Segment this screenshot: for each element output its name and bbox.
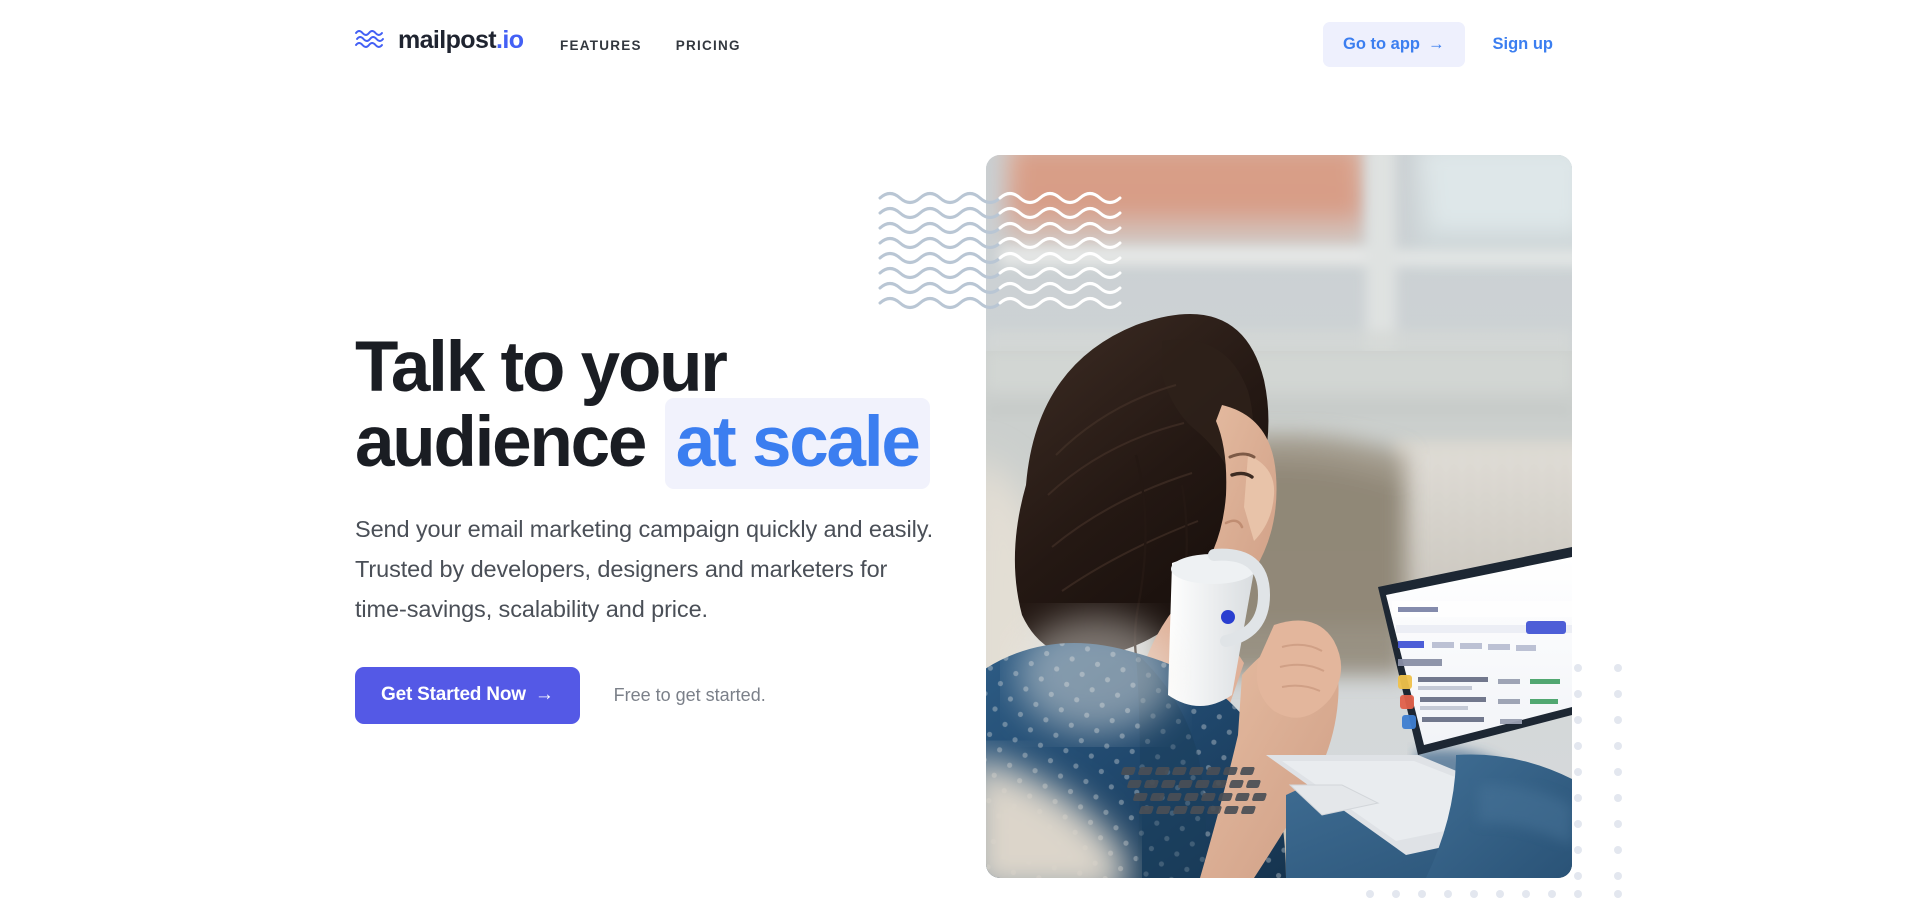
primary-nav: FEATURES PRICING [560,38,741,53]
brand-name: mailpost.io [398,25,524,54]
hero-photo [986,155,1572,878]
headline-highlight: at scale [664,398,930,490]
arrow-right-icon: → [534,684,554,706]
nav-link-pricing[interactable]: PRICING [676,38,741,53]
get-started-label: Get Started Now [381,684,526,706]
free-to-get-started-note: Free to get started. [613,684,766,705]
headline-line-1: Talk to your [355,328,728,407]
hero-cta-row: Get Started Now → Free to get started. [355,666,955,724]
brand-name-tld: .io [496,25,524,54]
hero-image-container [986,155,1572,878]
get-started-button[interactable]: Get Started Now → [355,666,580,724]
arrow-right-icon: → [1428,35,1445,53]
hero-subcopy: Send your email marketing campaign quick… [355,515,934,623]
waves-logo-icon [355,27,387,53]
header-actions: Go to app → Sign up [1323,22,1565,67]
page-title: Talk to your audience at scale [355,328,955,490]
hero-copy: Talk to your audience at scale Send your… [355,330,955,724]
go-to-app-label: Go to app [1343,35,1420,53]
headline-line-2: audience [355,403,663,483]
landing-page: mailpost.io FEATURES PRICING Go to app →… [0,0,1920,902]
nav-link-features[interactable]: FEATURES [560,38,642,53]
go-to-app-button[interactable]: Go to app → [1323,22,1465,67]
site-header: mailpost.io FEATURES PRICING Go to app →… [0,0,1920,90]
sign-up-button[interactable]: Sign up [1481,22,1566,67]
hero-photo-frame [986,155,1572,878]
brand-logo[interactable]: mailpost.io [355,25,524,54]
brand-name-text: mailpost [398,25,497,54]
